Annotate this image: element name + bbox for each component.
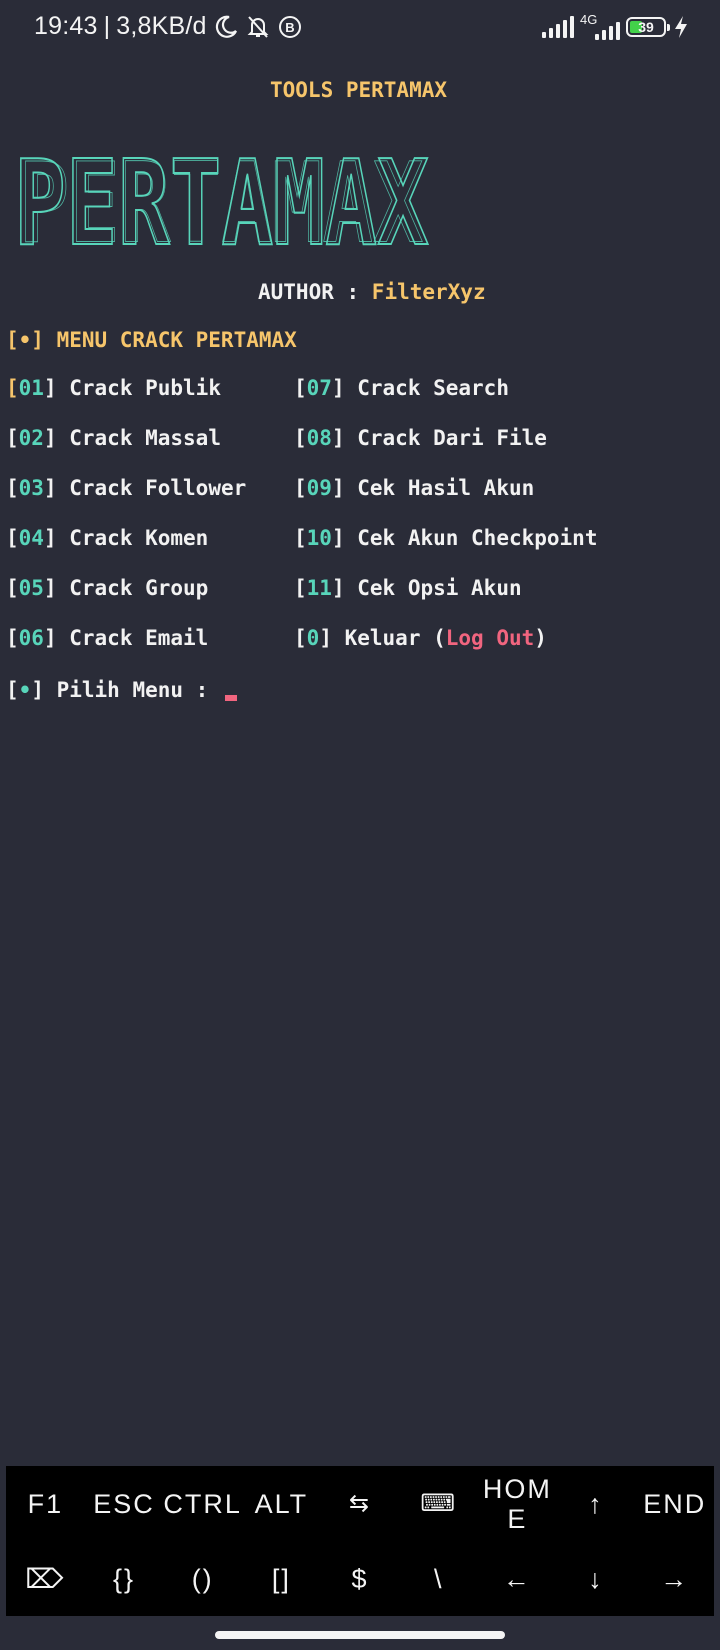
status-net-speed: 3,8KB/d (116, 12, 207, 40)
input-prompt[interactable]: [•] Pilih Menu : (6, 678, 237, 702)
status-time: 19:43 (34, 12, 98, 40)
key-home[interactable]: HOME (478, 1466, 557, 1541)
menu-item: [07] Crack Search (294, 376, 509, 400)
ascii-banner: PERTAMAX PERTAMAX (10, 133, 435, 273)
key-esc[interactable]: ESC (85, 1466, 164, 1541)
menu-item: [10] Cek Akun Checkpoint (294, 526, 598, 550)
signal-icon (542, 16, 574, 38)
menu-item: [11] Cek Opsi Akun (294, 576, 522, 600)
status-left: 19:43 | 3,8KB/d B (34, 12, 303, 41)
b-circle-icon: B (277, 14, 303, 40)
extra-keys-row-1: F1 ESC CTRL ALT ⇆ ⌨ HOME ↑ END (6, 1466, 714, 1541)
moon-icon (213, 14, 239, 40)
status-separator: | (103, 12, 111, 40)
menu-item: [04] Crack Komen (6, 526, 209, 550)
menu-item: [09] Cek Hasil Akun (294, 476, 535, 500)
menu-item: [01] Crack Publik (6, 376, 221, 400)
key-delete-icon[interactable]: ⌦ (6, 1541, 85, 1616)
key-ctrl[interactable]: CTRL (163, 1466, 242, 1541)
key-up-arrow[interactable]: ↑ (557, 1466, 636, 1541)
author-line: AUTHOR : FilterXyz (258, 280, 486, 304)
key-parens[interactable]: () (163, 1541, 242, 1616)
key-f1[interactable]: F1 (6, 1466, 85, 1541)
key-left-arrow[interactable]: ← (478, 1541, 557, 1616)
key-dollar[interactable]: $ (321, 1541, 400, 1616)
battery-level: 39 (638, 19, 654, 35)
author-label: AUTHOR : (258, 280, 372, 304)
gesture-nav-bar[interactable] (215, 1631, 505, 1639)
key-down-arrow[interactable]: ↓ (557, 1541, 636, 1616)
key-right-arrow[interactable]: → (635, 1541, 714, 1616)
banner-text-inner: PERTAMAX (19, 138, 424, 264)
menu-item: [02] Crack Massal (6, 426, 221, 450)
author-name: FilterXyz (371, 280, 486, 304)
key-backslash[interactable]: \ (399, 1541, 478, 1616)
prompt-label: Pilih Menu : (56, 678, 221, 702)
key-end[interactable]: END (635, 1466, 714, 1541)
extra-keys-row-2: ⌦ {} () [] $ \ ← ↓ → (6, 1541, 714, 1616)
tool-title: TOOLS PERTAMAX (270, 78, 448, 102)
menu-item-exit: [0] Keluar (Log Out) (294, 626, 547, 650)
key-brackets[interactable]: [] (242, 1541, 321, 1616)
menu-header: [•] MENU CRACK PERTAMAX (6, 328, 297, 352)
key-keyboard-icon[interactable]: ⌨ (399, 1466, 478, 1541)
svg-text:B: B (285, 20, 294, 35)
status-right: 4G 39 (542, 12, 690, 40)
key-braces[interactable]: {} (85, 1541, 164, 1616)
key-tab[interactable]: ⇆ (321, 1466, 400, 1541)
menu-item: [05] Crack Group (6, 576, 209, 600)
key-alt[interactable]: ALT (242, 1466, 321, 1541)
terminal-output[interactable]: TOOLS PERTAMAX PERTAMAX PERTAMAX AUTHOR … (0, 56, 720, 1466)
bell-off-icon (245, 14, 271, 40)
charging-icon (672, 14, 690, 40)
text-cursor (224, 695, 237, 701)
battery-icon: 39 (626, 17, 670, 37)
menu-item: [03] Crack Follower (6, 476, 247, 500)
extra-keys-bar: F1 ESC CTRL ALT ⇆ ⌨ HOME ↑ END ⌦ {} () [… (6, 1466, 714, 1616)
signal-4g-icon: 4G (580, 12, 620, 40)
menu-item: [08] Crack Dari File (294, 426, 547, 450)
status-bar: 19:43 | 3,8KB/d B 4G 39 (0, 0, 720, 56)
menu-item: [06] Crack Email (6, 626, 209, 650)
